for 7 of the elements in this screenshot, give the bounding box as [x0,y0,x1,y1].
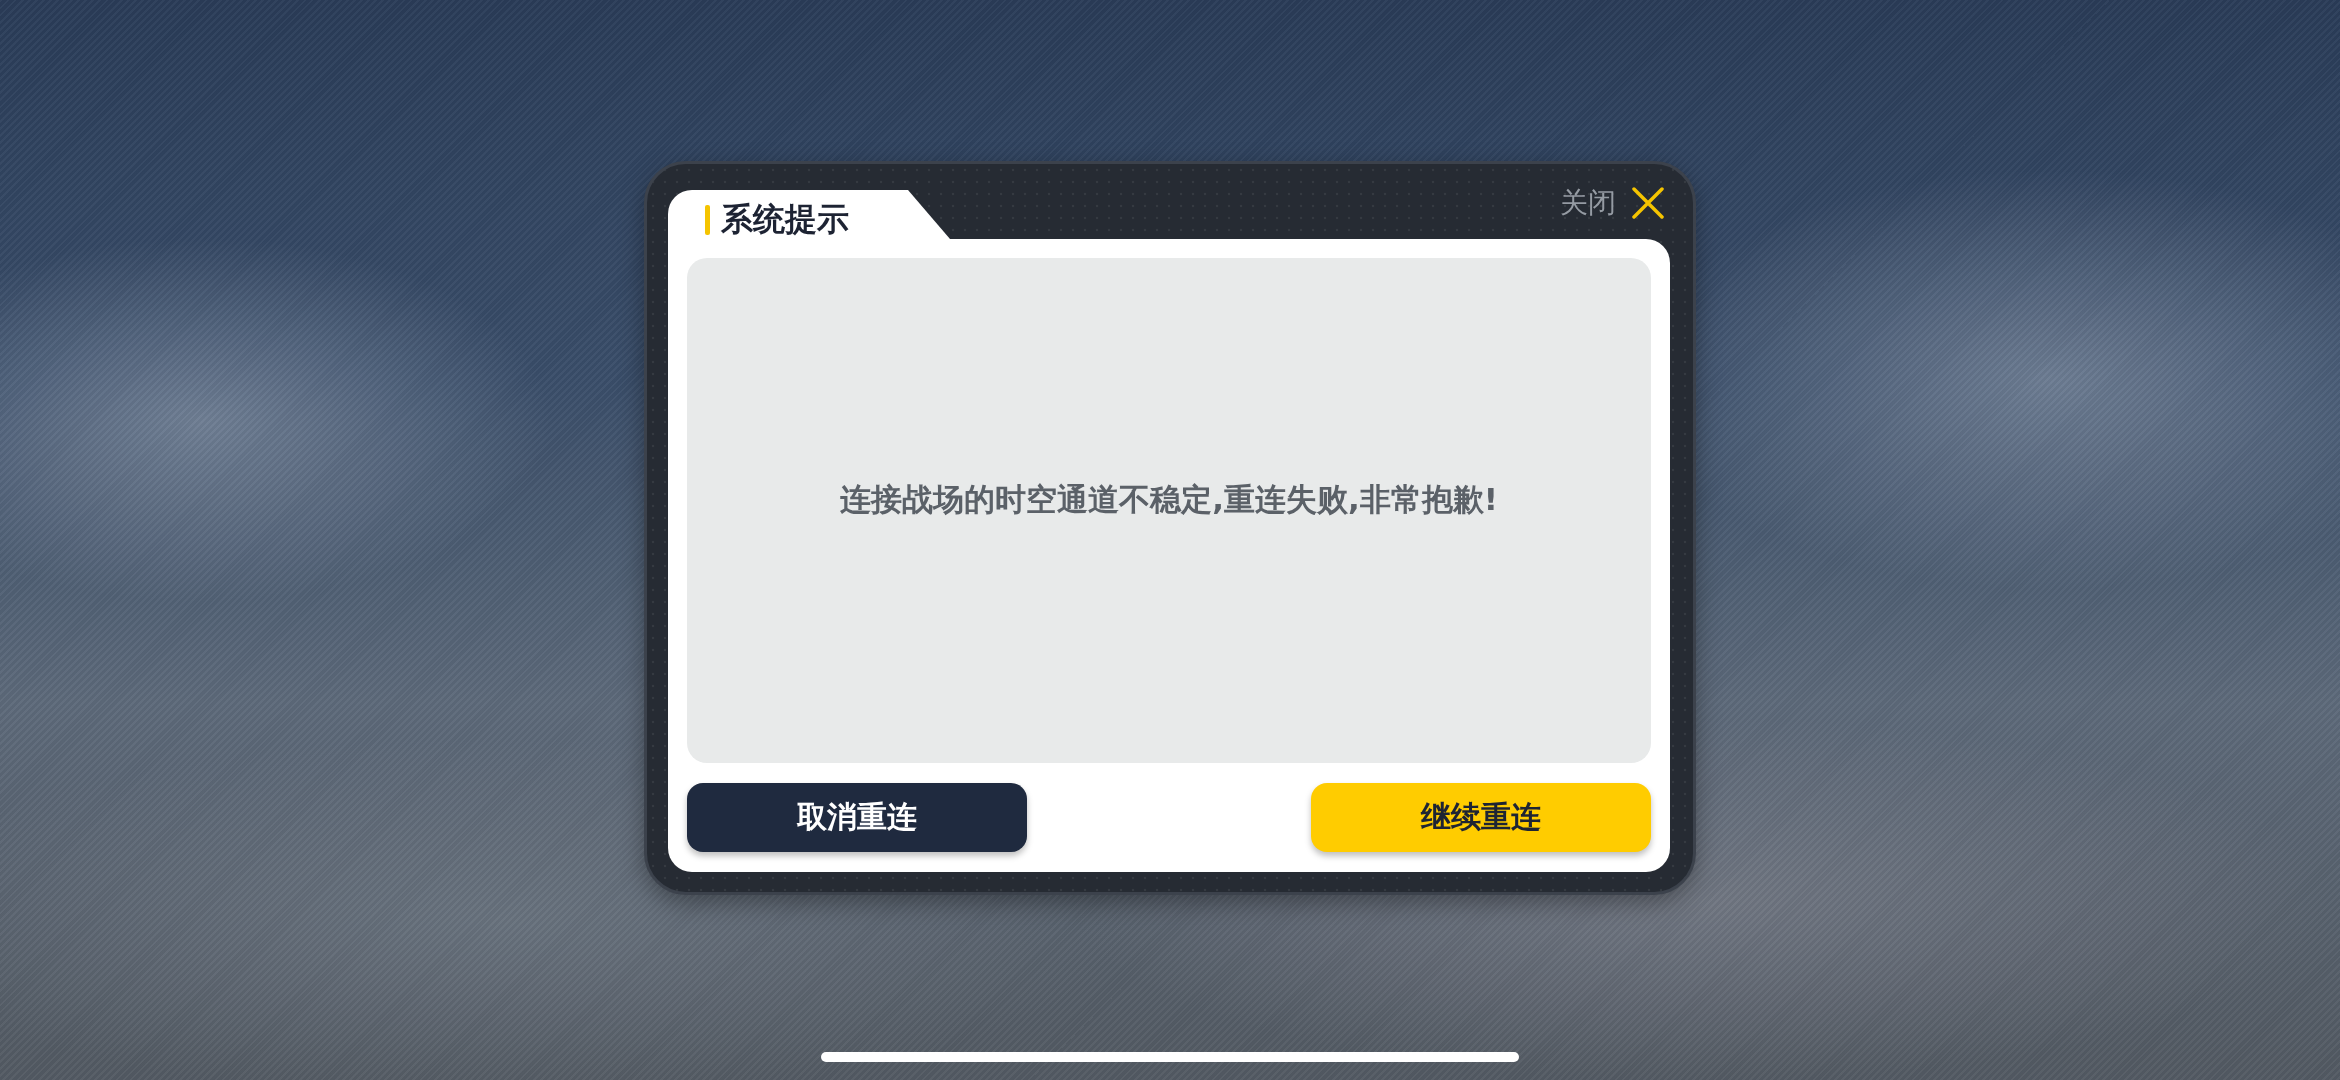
cancel-button[interactable]: 取消重连 [687,783,1027,852]
title-marker-icon [705,204,710,235]
message-text: 连接战场的时空通道不稳定,重连失败,非常抱歉! [840,480,1498,520]
confirm-button[interactable]: 继续重连 [1311,783,1651,852]
dialog-title: 系统提示 [721,200,849,239]
close-button[interactable]: 关闭 [1560,186,1664,220]
close-icon [1632,186,1664,219]
